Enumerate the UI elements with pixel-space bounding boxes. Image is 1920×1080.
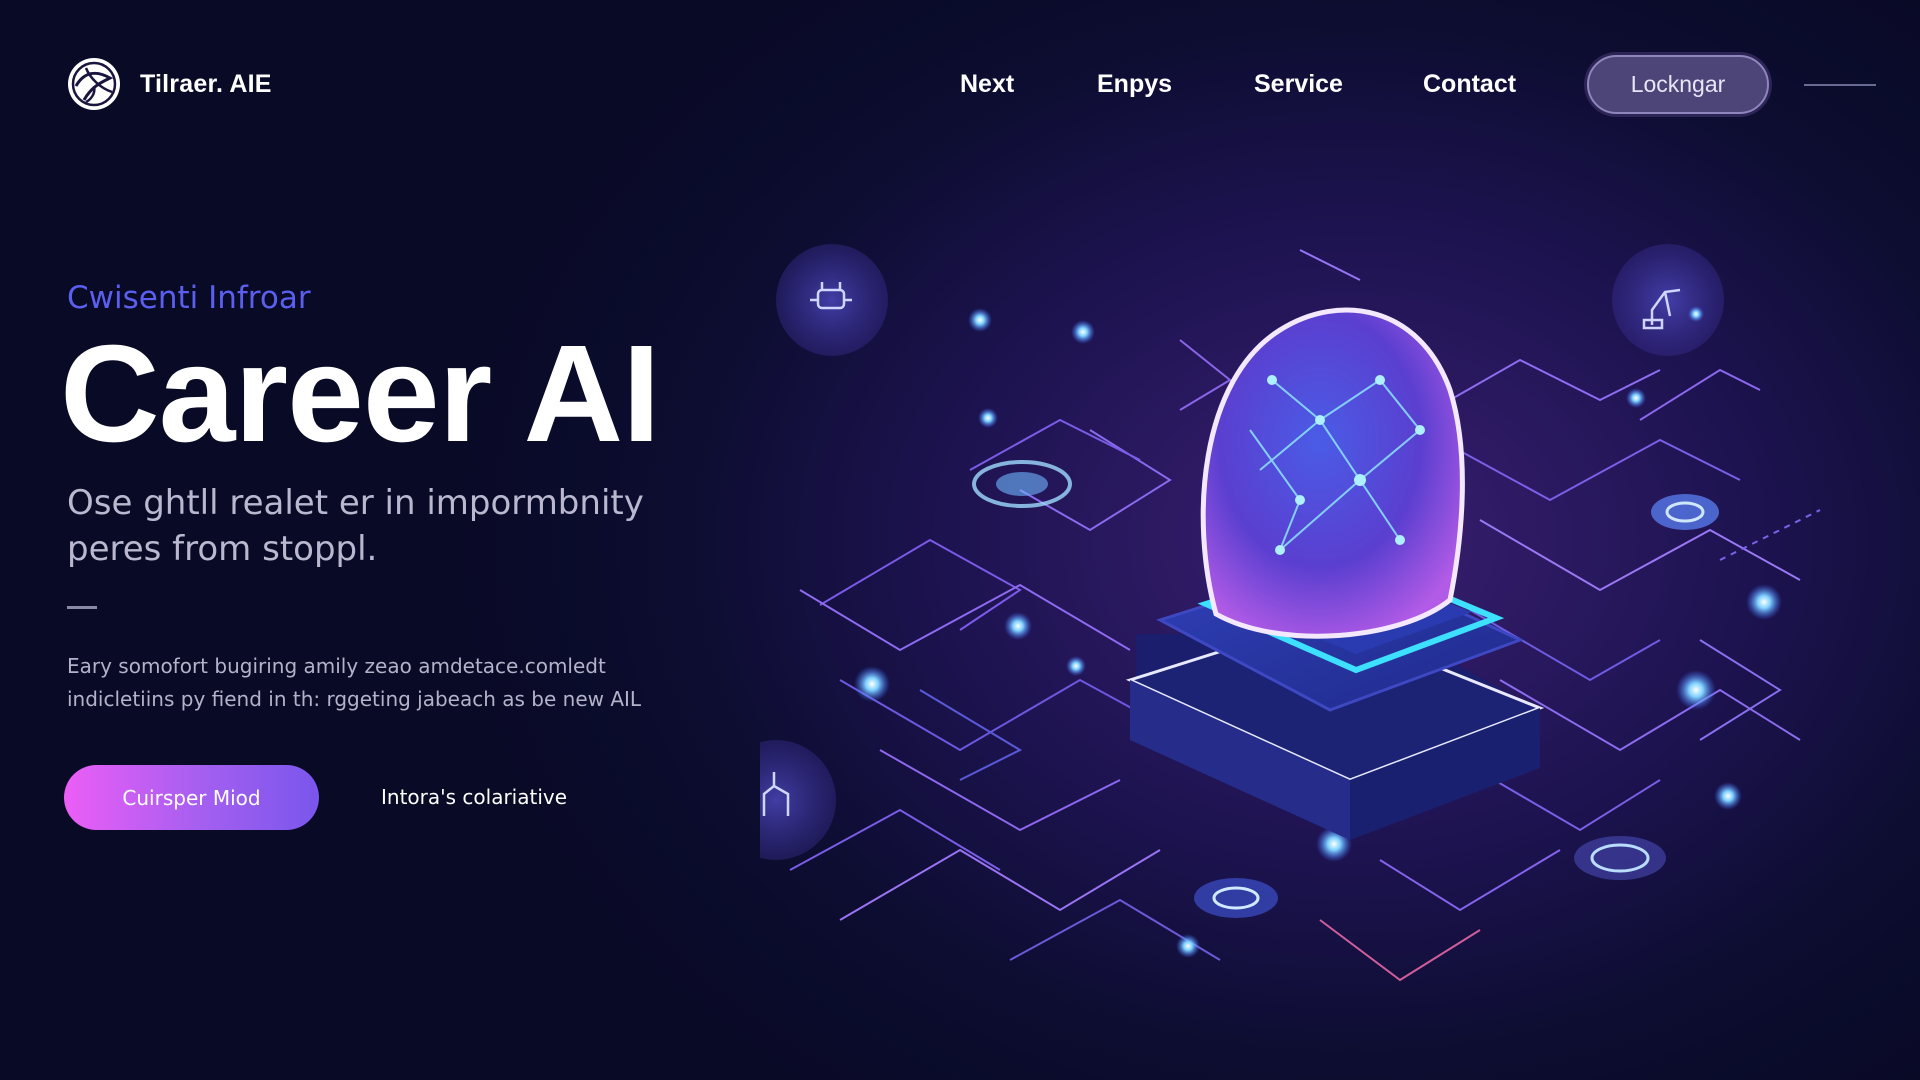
hero-eyebrow: Cwisenti Infroar	[67, 280, 311, 316]
ai-brain-chip-icon	[1125, 307, 1545, 840]
hero-subtitle: Ose ghtll realet er in impormbnity peres…	[67, 483, 644, 569]
globe-leaf-logo-icon	[68, 58, 120, 110]
primary-cta-button[interactable]: Cuirsper Miod	[64, 765, 319, 830]
hero-title: Career AI	[60, 317, 661, 471]
divider	[67, 606, 97, 609]
brand-name: Tilraer. AIE	[140, 69, 272, 98]
tools-bubble	[776, 244, 888, 356]
hero-description: Eary somofort bugiring amily zeao amdeta…	[67, 654, 642, 711]
nav-link-service[interactable]: Service	[1254, 70, 1343, 99]
brand[interactable]: Tilraer. AIE	[66, 56, 272, 112]
menu-line-icon[interactable]	[1804, 84, 1876, 86]
secondary-cta-link[interactable]: Intora's colariative	[381, 785, 567, 809]
nav-link-enpys[interactable]: Enpys	[1097, 70, 1172, 99]
hero-illustration	[760, 244, 1821, 982]
pipeline-bubble	[760, 740, 836, 860]
nav-link-contact[interactable]: Contact	[1423, 70, 1516, 99]
robot-arm-bubble	[1612, 244, 1724, 356]
nav-link-next[interactable]: Next	[960, 70, 1014, 99]
login-button[interactable]: Lockngar	[1587, 55, 1769, 114]
